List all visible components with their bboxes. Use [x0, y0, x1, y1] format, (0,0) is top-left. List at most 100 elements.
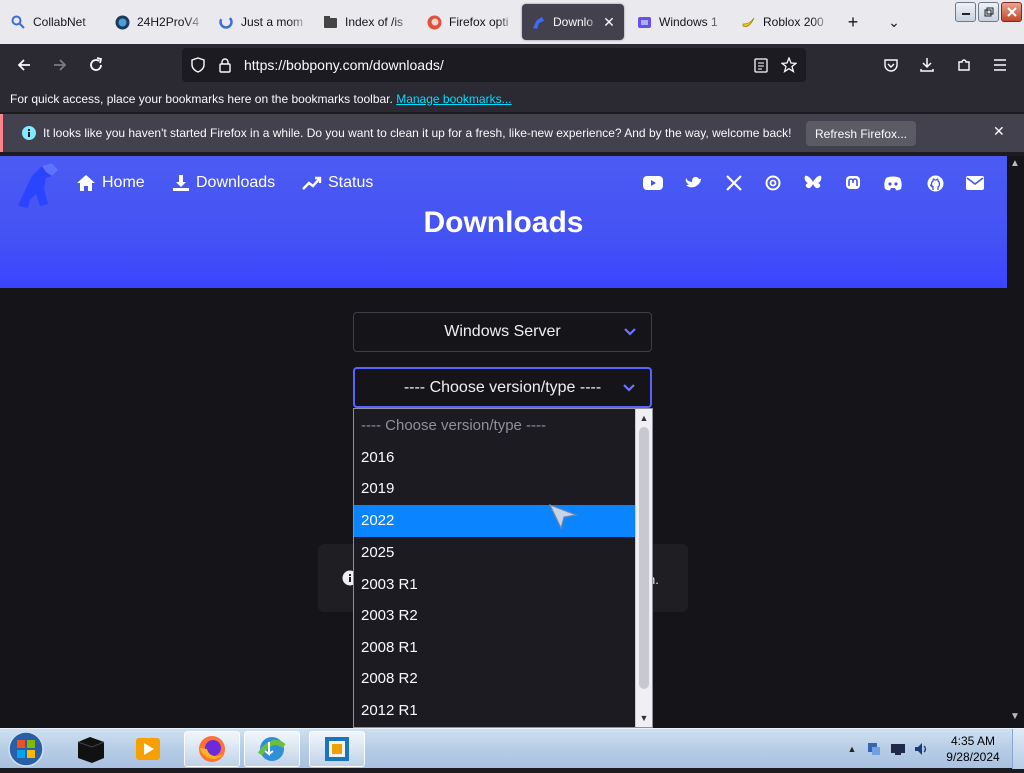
dropdown-option[interactable]: 2003 R2 [354, 600, 635, 632]
list-all-tabs-button[interactable]: ⌄ [882, 10, 906, 34]
tab-downloads[interactable]: Downlo ✕ [522, 4, 624, 40]
pocket-button[interactable] [876, 50, 906, 80]
reader-view-icon[interactable] [754, 58, 768, 73]
chevron-down-icon [624, 328, 636, 336]
tab-label: 24H2ProV4 [137, 15, 200, 29]
firefox-icon[interactable] [184, 731, 240, 767]
threads-icon[interactable] [762, 172, 784, 194]
display-icon[interactable] [890, 741, 906, 757]
show-hidden-icons-arrow[interactable]: ▲ [844, 741, 860, 757]
back-button[interactable] [9, 50, 39, 80]
url-text[interactable]: https://bobpony.com/downloads/ [244, 57, 444, 73]
terminal-icon[interactable] [62, 731, 118, 767]
internet-download-manager-icon[interactable] [244, 731, 300, 767]
forward-button[interactable] [45, 50, 75, 80]
hamburger-icon [994, 59, 1006, 71]
scrollbar-thumb[interactable] [639, 427, 649, 689]
network-icon[interactable] [866, 741, 882, 757]
reload-button[interactable] [81, 50, 111, 80]
lock-icon[interactable] [218, 57, 232, 73]
nav-status-link[interactable]: Status [302, 172, 373, 194]
dropdown-option[interactable]: 2025 [354, 537, 635, 569]
refresh-firefox-button[interactable]: Refresh Firefox... [806, 121, 916, 146]
dropdown-option[interactable]: 2003 R1 [354, 569, 635, 601]
tab-label: Downlo [553, 15, 594, 29]
page-scrollbar[interactable]: ▲ ▼ [1007, 156, 1024, 728]
dropdown-option[interactable]: 2016 [354, 442, 635, 474]
tab-label: CollabNet [33, 15, 86, 29]
chevron-down-icon [623, 383, 635, 392]
media-player-icon[interactable] [120, 731, 176, 767]
restore-button[interactable] [978, 2, 999, 22]
tab-windows[interactable]: Windows 1 [628, 4, 728, 40]
tab-label: Windows 1 [659, 15, 718, 29]
extensions-button[interactable] [949, 50, 979, 80]
spinner-icon [218, 14, 234, 30]
start-orb[interactable] [6, 730, 46, 768]
mail-icon[interactable] [964, 172, 986, 194]
show-desktop-button[interactable] [1012, 729, 1024, 769]
bobpony-logo-icon[interactable] [12, 160, 64, 210]
tab-just-a-moment[interactable]: Just a mom [210, 4, 310, 40]
bobpony-icon [530, 14, 546, 30]
os-select[interactable]: Windows Server [353, 312, 652, 352]
mastodon-icon[interactable] [842, 172, 864, 194]
dropdown-option[interactable]: ---- Choose version/type ---- [354, 410, 635, 442]
back-arrow-icon [17, 59, 30, 71]
banana-icon [740, 14, 756, 30]
download-icon [920, 58, 934, 72]
scroll-up-arrow-icon[interactable]: ▲ [636, 410, 652, 426]
address-bar[interactable]: https://bobpony.com/downloads/ [182, 48, 806, 82]
twitter-icon[interactable] [683, 172, 705, 194]
manage-bookmarks-link[interactable]: Manage bookmarks... [396, 92, 511, 106]
bookmark-star-icon[interactable] [781, 57, 797, 73]
shield-icon[interactable] [190, 57, 206, 73]
dropdown-scrollbar[interactable]: ▲ ▼ [635, 409, 652, 727]
nav-home-link[interactable]: Home [76, 172, 145, 194]
app-menu-button[interactable] [985, 50, 1015, 80]
hero-banner: Home Downloads Status Downloads [0, 156, 1007, 288]
virtualbox-icon[interactable] [309, 731, 365, 767]
bluesky-icon[interactable] [802, 172, 824, 194]
dropdown-option[interactable]: 2008 R1 [354, 632, 635, 664]
nav-downloads-link[interactable]: Downloads [172, 172, 275, 194]
new-tab-button[interactable]: + [841, 10, 865, 34]
tab-roblox[interactable]: Roblox 200 [732, 4, 832, 40]
dropdown-option[interactable]: 2012 R1 [354, 695, 635, 727]
close-tab-icon[interactable]: ✕ [600, 14, 618, 31]
close-window-button[interactable] [1001, 2, 1022, 22]
dropdown-option-highlighted[interactable]: 2022 [354, 505, 635, 537]
tab-label: Index of /is [345, 15, 404, 29]
nav-label: Status [328, 174, 374, 191]
nav-label: Home [102, 174, 145, 191]
scroll-down-arrow-icon[interactable]: ▼ [1010, 711, 1020, 722]
tab-collabnet[interactable]: CollabNet [2, 4, 102, 40]
scroll-down-arrow-icon[interactable]: ▼ [636, 710, 652, 726]
downloads-button[interactable] [912, 50, 942, 80]
dropdown-option[interactable]: 2008 R2 [354, 663, 635, 695]
github-icon[interactable] [924, 172, 946, 194]
page-title: Downloads [423, 206, 584, 239]
home-icon [77, 175, 95, 191]
version-dropdown-list[interactable]: ---- Choose version/type ---- 2016 2019 … [353, 408, 653, 728]
tab-strip: CollabNet 24H2ProV4 Just a mom Index of … [0, 0, 1024, 44]
windows-icon [636, 14, 652, 30]
tab-firefox-options[interactable]: Firefox opti [418, 4, 518, 40]
bookmarks-hint: For quick access, place your bookmarks h… [10, 92, 393, 106]
close-notification-icon[interactable]: ✕ [993, 123, 1005, 140]
notification-message: It looks like you haven't started Firefo… [43, 126, 792, 140]
refresh-notification-bar: It looks like you haven't started Firefo… [0, 114, 1024, 152]
x-icon[interactable] [723, 172, 745, 194]
minimize-button[interactable] [955, 2, 976, 22]
system-clock[interactable]: 4:35 AM 9/28/2024 [940, 733, 1006, 765]
dropdown-option[interactable]: 2019 [354, 473, 635, 505]
version-select[interactable]: ---- Choose version/type ---- [353, 367, 652, 408]
volume-icon[interactable] [914, 741, 930, 757]
navigation-toolbar: https://bobpony.com/downloads/ [0, 44, 1024, 86]
tab-24h2prov4[interactable]: 24H2ProV4 [106, 4, 206, 40]
clock-time: 4:35 AM [950, 734, 996, 748]
tab-index-of[interactable]: Index of /is [314, 4, 414, 40]
youtube-icon[interactable] [642, 172, 664, 194]
scroll-up-arrow-icon[interactable]: ▲ [1010, 158, 1020, 169]
discord-icon[interactable] [882, 172, 904, 194]
